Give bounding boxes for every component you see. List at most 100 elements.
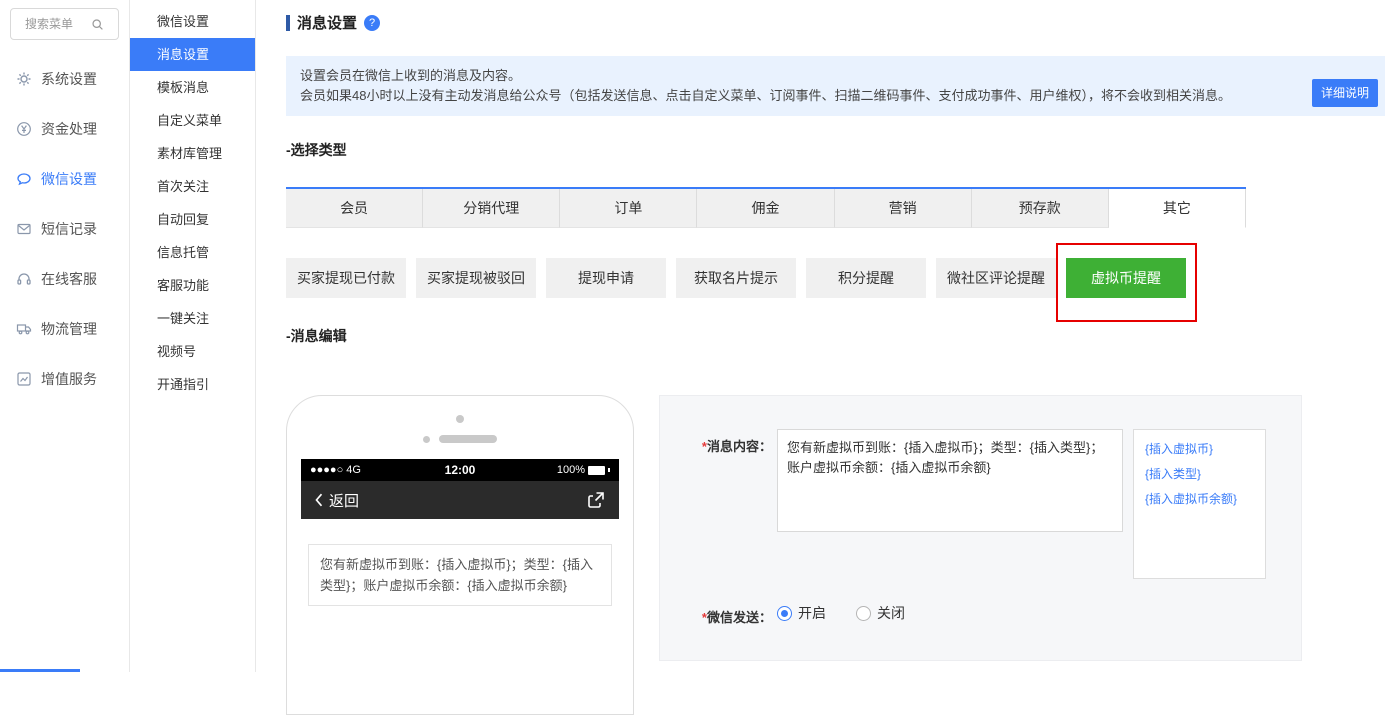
- primary-sidebar: 系统设置 资金处理 微信设置 短信记录 在线客服 物流管理 增值: [0, 0, 130, 672]
- phone-camera-dot: [456, 415, 464, 423]
- statusbar-time: 12:00: [444, 463, 476, 477]
- submenu-item-message-settings[interactable]: 消息设置: [130, 38, 255, 71]
- tab-prestore[interactable]: 预存款: [971, 189, 1109, 228]
- sidebar-item-label: 在线客服: [41, 271, 97, 287]
- message-type-tabs: 会员 分销代理 订单 佣金 营销 预存款 其它: [286, 187, 1246, 228]
- radio-off[interactable]: 关闭: [856, 603, 905, 623]
- tab-other[interactable]: 其它: [1108, 189, 1246, 228]
- truck-icon: [15, 321, 32, 338]
- submenu-item-first-follow[interactable]: 首次关注: [130, 170, 255, 203]
- insert-virtual-coin-link[interactable]: {插入虚拟币}: [1145, 437, 1254, 462]
- main-content: 消息设置 ? 设置会员在微信上收到的消息及内容。 会员如果48小时以上没有主动发…: [256, 0, 1385, 715]
- submenu-item-one-key-follow[interactable]: 一键关注: [130, 302, 255, 335]
- wechat-send-label: *微信发送：: [701, 610, 772, 625]
- tab-commission[interactable]: 佣金: [697, 189, 835, 228]
- radio-on-dot: [777, 605, 792, 621]
- submenu-item-service-function[interactable]: 客服功能: [130, 269, 255, 302]
- sidebar-item-label: 资金处理: [41, 121, 97, 137]
- wechat-settings-submenu: 微信设置 消息设置 模板消息 自定义菜单 素材库管理 首次关注 自动回复 信息托…: [130, 0, 256, 672]
- message-edit-form: *消息内容： 您有新虚拟币到账：{插入虚拟币}；类型：{插入类型}； 账户虚拟币…: [659, 395, 1302, 661]
- sidebar-item-label: 增值服务: [41, 371, 97, 387]
- sidebar-item-label: 物流管理: [41, 321, 97, 337]
- headset-icon: [15, 271, 32, 288]
- line-chart-icon: [15, 371, 32, 388]
- page-title: 消息设置 ?: [286, 12, 381, 33]
- sidebar-item-label: 系统设置: [41, 71, 97, 87]
- radio-on[interactable]: 开启: [777, 603, 826, 623]
- tab-marketing[interactable]: 营销: [834, 189, 972, 228]
- title-accent-bar: [286, 14, 290, 31]
- yen-circle-icon: [15, 121, 32, 138]
- sidebar-item-online-service[interactable]: 在线客服: [0, 254, 129, 304]
- phone-navbar: 返回: [301, 481, 619, 519]
- wechat-chat-bubble-icon: [15, 171, 32, 188]
- section-select-type: -选择类型: [286, 142, 347, 158]
- radio-off-dot: [856, 605, 871, 621]
- submenu-item-template-message[interactable]: 模板消息: [130, 71, 255, 104]
- submenu-item-wechat-settings[interactable]: 微信设置: [130, 5, 255, 38]
- btn-community-comment-reminder[interactable]: 微社区评论提醒: [936, 258, 1056, 298]
- insert-type-link[interactable]: {插入类型}: [1145, 462, 1254, 487]
- message-content-textarea[interactable]: 您有新虚拟币到账：{插入虚拟币}；类型：{插入类型}； 账户虚拟币余额：{插入虚…: [777, 429, 1123, 532]
- battery-zone: 100%: [510, 464, 610, 476]
- notice-line2: 会员如果48小时以上没有主动发消息给公众号（包括发送信息、点击自定义菜单、订阅事…: [300, 88, 1231, 103]
- preview-message-card: 您有新虚拟币到账：{插入虚拟币}；类型：{插入类型}；账户虚拟币余额：{插入虚拟…: [308, 544, 612, 606]
- tab-member[interactable]: 会员: [286, 189, 424, 228]
- sidebar-item-value-added[interactable]: 增值服务: [0, 354, 129, 404]
- share-button[interactable]: [586, 490, 606, 510]
- detail-explain-button[interactable]: 详细说明: [1311, 79, 1378, 107]
- phone-sensor-dot: [423, 435, 430, 443]
- phone-preview: ●●●●○ 4G 12:00 100% 返回 您有新虚拟币到账：{插入虚拟币}；…: [286, 395, 634, 715]
- sidebar-item-funds-processing[interactable]: 资金处理: [0, 104, 129, 154]
- radio-off-label: 关闭: [877, 605, 905, 621]
- tab-distribution-agent[interactable]: 分销代理: [423, 189, 561, 228]
- sidebar-item-system-settings[interactable]: 系统设置: [0, 54, 129, 104]
- submenu-item-info-hosting[interactable]: 信息托管: [130, 236, 255, 269]
- gear-icon: [15, 71, 32, 88]
- search-input[interactable]: [25, 17, 87, 31]
- btn-points-reminder[interactable]: 积分提醒: [806, 258, 926, 298]
- envelope-icon: [15, 221, 32, 238]
- battery-nub: [608, 468, 610, 472]
- notice-box: 设置会员在微信上收到的消息及内容。 会员如果48小时以上没有主动发消息给公众号（…: [286, 56, 1385, 116]
- page-title-text: 消息设置: [297, 15, 358, 32]
- insert-balance-link[interactable]: {插入虚拟币余额}: [1145, 487, 1254, 512]
- share-arrow-icon: [586, 490, 606, 510]
- submenu-item-guide[interactable]: 开通指引: [130, 368, 255, 401]
- sidebar-item-label: 短信记录: [41, 221, 97, 237]
- sidebar-item-logistics[interactable]: 物流管理: [0, 304, 129, 354]
- sidebar-item-label: 微信设置: [41, 171, 97, 187]
- submenu-item-custom-menu[interactable]: 自定义菜单: [130, 104, 255, 137]
- notice-line1: 设置会员在微信上收到的消息及内容。: [300, 68, 522, 83]
- wechat-send-options: 开启 关闭: [777, 603, 935, 623]
- content-label: *消息内容：: [701, 439, 772, 454]
- back-button[interactable]: 返回: [314, 490, 359, 511]
- message-type-buttons: 买家提现已付款 买家提现被驳回 提现申请 获取名片提示 积分提醒 微社区评论提醒…: [286, 243, 1197, 322]
- chevron-left-icon: [314, 492, 324, 508]
- btn-withdraw-paid[interactable]: 买家提现已付款: [286, 258, 406, 298]
- sidebar-item-sms-records[interactable]: 短信记录: [0, 204, 129, 254]
- battery-icon: [588, 465, 605, 475]
- btn-withdraw-apply[interactable]: 提现申请: [546, 258, 666, 298]
- btn-get-card-tip[interactable]: 获取名片提示: [676, 258, 796, 298]
- tab-order[interactable]: 订单: [560, 189, 698, 228]
- search-icon: [91, 18, 104, 31]
- submenu-item-auto-reply[interactable]: 自动回复: [130, 203, 255, 236]
- phone-statusbar: ●●●●○ 4G 12:00 100%: [301, 459, 619, 481]
- submenu-item-video-account[interactable]: 视频号: [130, 335, 255, 368]
- sidebar-item-wechat-settings[interactable]: 微信设置: [0, 154, 129, 204]
- menu-search-box[interactable]: [10, 8, 119, 40]
- signal-indicator: ●●●●○ 4G: [310, 464, 361, 476]
- insert-variables-panel: {插入虚拟币} {插入类型} {插入虚拟币余额}: [1133, 429, 1266, 579]
- back-label: 返回: [329, 492, 360, 510]
- battery-percent: 100%: [556, 464, 585, 476]
- btn-virtual-coin-reminder[interactable]: 虚拟币提醒: [1066, 258, 1186, 298]
- section-message-edit: -消息编辑: [286, 328, 347, 344]
- radio-on-label: 开启: [798, 605, 826, 621]
- btn-withdraw-rejected[interactable]: 买家提现被驳回: [416, 258, 536, 298]
- phone-speaker-bar: [439, 435, 497, 443]
- phone-speaker: [423, 435, 497, 443]
- help-icon[interactable]: ?: [364, 14, 381, 31]
- submenu-item-material-library[interactable]: 素材库管理: [130, 137, 255, 170]
- virtual-coin-button-wrap: 虚拟币提醒: [1056, 243, 1197, 322]
